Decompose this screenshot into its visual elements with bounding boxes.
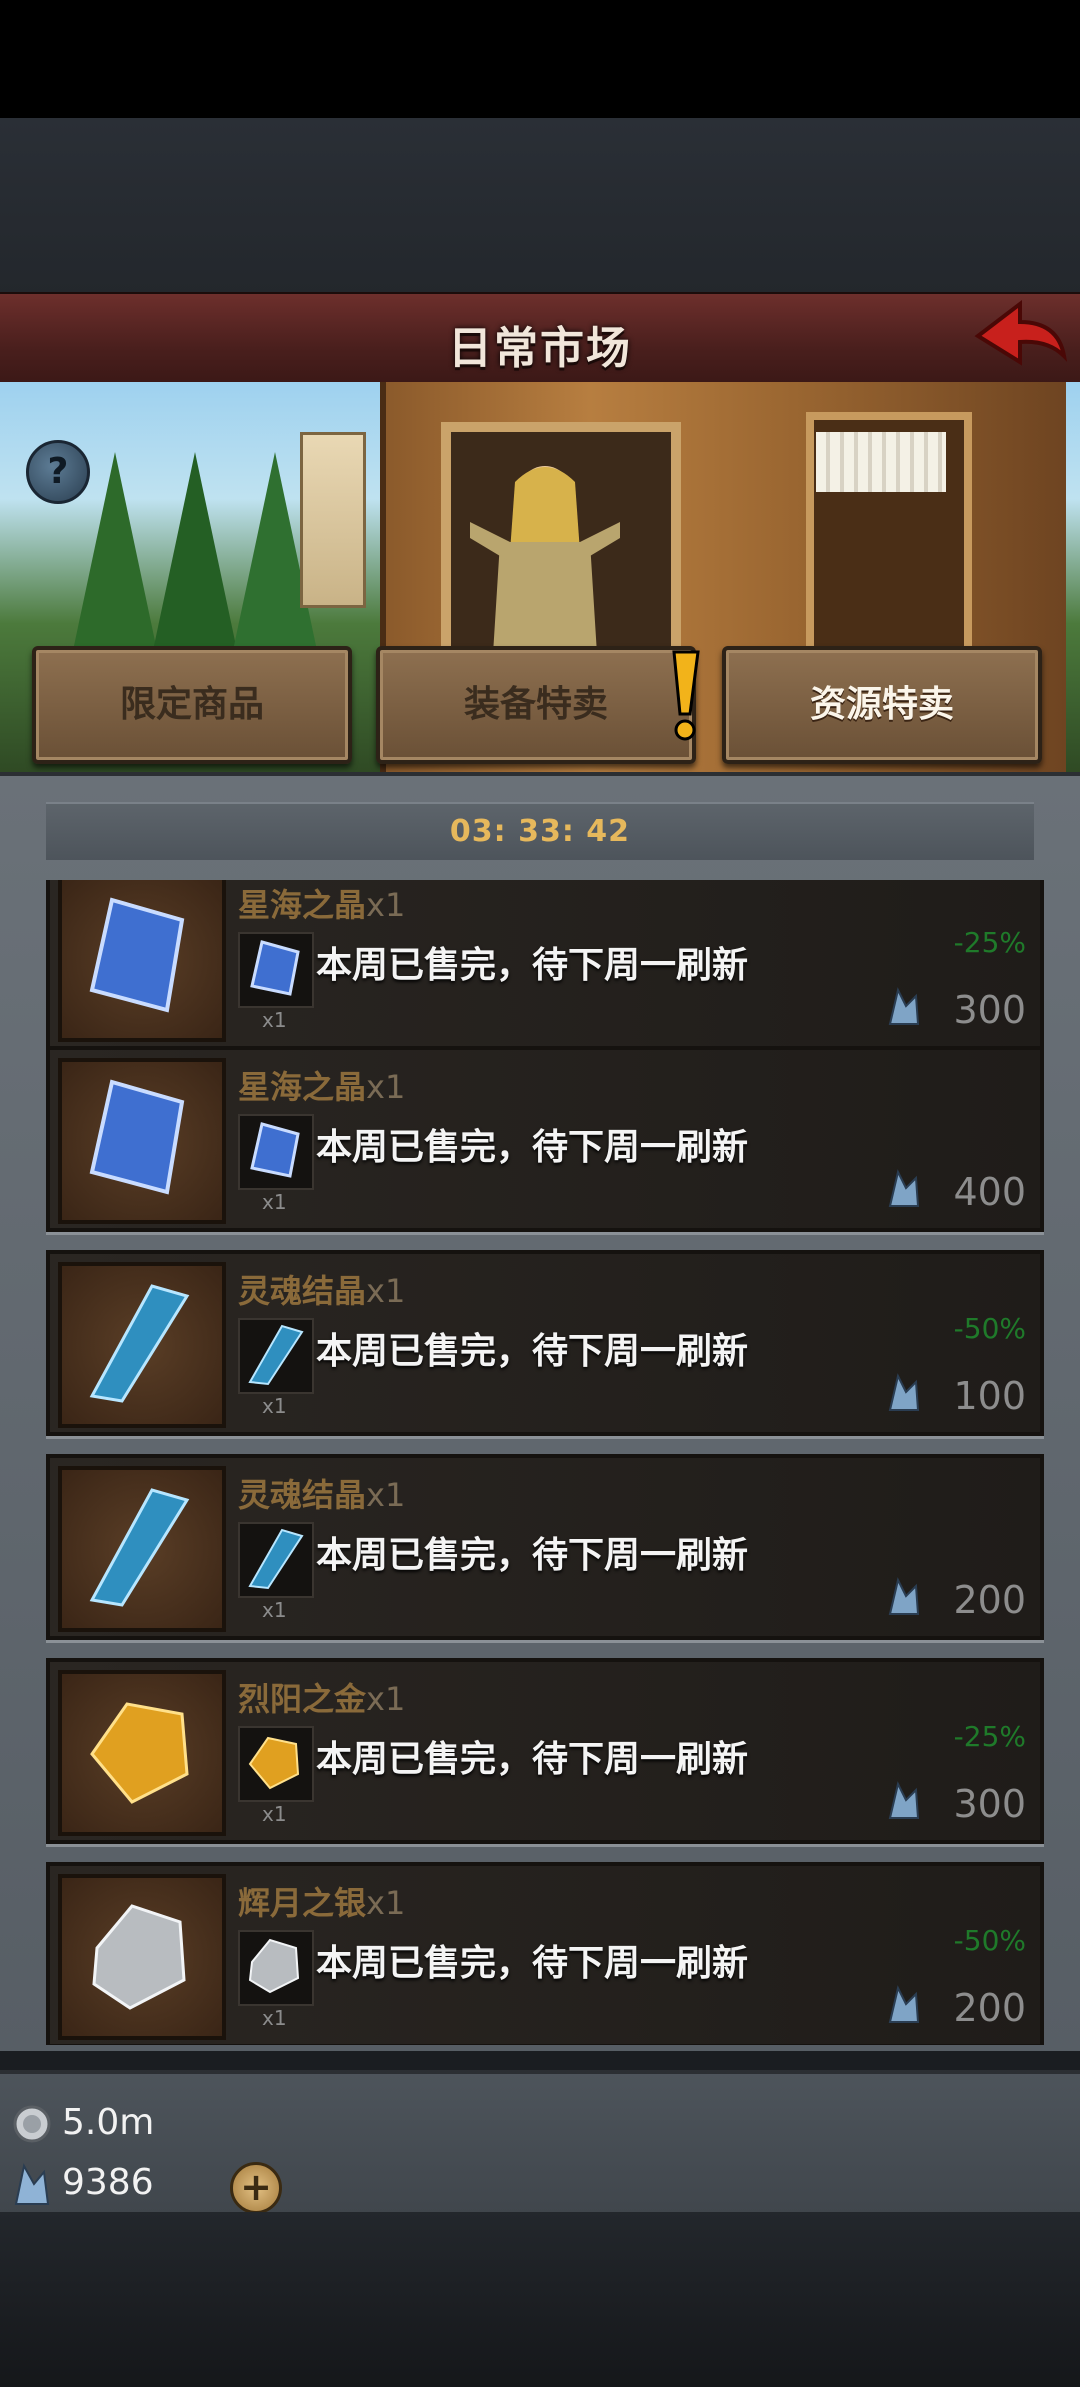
item-mini-icon xyxy=(238,1318,314,1394)
page-title: 日常市场 xyxy=(448,323,632,374)
mini-qty: x1 xyxy=(262,1598,287,1622)
list-item[interactable]: 星海之晶x1 x1 本周已售完，待下周一刷新 -25% 300 xyxy=(46,880,1044,1050)
list-item[interactable]: 星海之晶x1 x1 本周已售完，待下周一刷新 400 xyxy=(46,1046,1044,1232)
item-name: 灵魂结晶x1 xyxy=(238,1476,406,1514)
mini-qty: x1 xyxy=(262,1802,287,1826)
silver-coin-icon xyxy=(13,2105,51,2143)
gold-ore-icon xyxy=(90,1702,189,1804)
price-label: 400 xyxy=(953,1170,1026,1214)
mini-qty: x1 xyxy=(262,1008,287,1032)
gem-currency-icon xyxy=(888,1373,920,1411)
add-gems-button[interactable]: + xyxy=(230,2162,282,2214)
mini-qty: x1 xyxy=(262,1190,287,1214)
status-bar xyxy=(0,0,1080,118)
discount-label: -50% xyxy=(953,1312,1026,1345)
price-label: 200 xyxy=(953,1578,1026,1622)
alert-exclamation-icon xyxy=(672,650,700,741)
crystal-icon xyxy=(89,897,185,1013)
list-item[interactable]: 灵魂结晶x1 x1 本周已售完，待下周一刷新 200 xyxy=(46,1454,1044,1640)
price-label: 200 xyxy=(953,1986,1026,2030)
list-item[interactable]: 灵魂结晶x1 x1 本周已售完，待下周一刷新 -50% 100 xyxy=(46,1250,1044,1436)
shard-icon xyxy=(89,1284,190,1403)
background-top xyxy=(0,118,1080,296)
price-label: 300 xyxy=(953,1782,1026,1826)
price-label: 100 xyxy=(953,1374,1026,1418)
gem-currency-icon xyxy=(888,1577,920,1615)
discount-label: -50% xyxy=(953,1924,1026,1957)
gem-currency-icon xyxy=(888,1169,920,1207)
item-thumbnail xyxy=(58,1874,226,2040)
currency-bar xyxy=(0,2070,1080,2216)
gem-currency-icon xyxy=(888,1985,920,2023)
crystal-icon xyxy=(89,1079,185,1195)
gem-currency-icon xyxy=(888,1781,920,1819)
sold-out-text: 本周已售完，待下周一刷新 xyxy=(316,1943,749,1984)
mini-qty: x1 xyxy=(262,2006,287,2030)
sold-out-text: 本周已售完，待下周一刷新 xyxy=(316,1739,749,1780)
item-name: 灵魂结晶x1 xyxy=(238,1272,406,1310)
mini-qty: x1 xyxy=(262,1394,287,1418)
list-item[interactable]: 辉月之银x1 x1 本周已售完，待下周一刷新 -50% 200 xyxy=(46,1862,1044,2045)
item-thumbnail xyxy=(58,1058,226,1224)
refresh-timer: 03: 33: 42 xyxy=(46,802,1034,860)
sold-out-text: 本周已售完，待下周一刷新 xyxy=(316,945,749,986)
tab-limited-goods[interactable]: 限定商品 xyxy=(32,646,352,764)
tab-resource-sale[interactable]: 资源特卖 xyxy=(722,646,1042,764)
item-name: 星海之晶x1 xyxy=(238,1068,406,1106)
shard-icon xyxy=(89,1488,190,1607)
price-label: 300 xyxy=(953,988,1026,1032)
tab-equipment-sale[interactable]: 装备特卖 xyxy=(376,646,696,764)
discount-label: -25% xyxy=(953,1720,1026,1753)
item-mini-icon xyxy=(238,932,314,1008)
discount-label: -25% xyxy=(953,926,1026,959)
sold-out-text: 本周已售完，待下周一刷新 xyxy=(316,1535,749,1576)
item-thumbnail xyxy=(58,880,226,1042)
gem-icon xyxy=(14,2163,50,2205)
item-name: 辉月之银x1 xyxy=(238,1884,406,1922)
list-item[interactable]: 烈阳之金x1 x1 本周已售完，待下周一刷新 -25% 300 xyxy=(46,1658,1044,1844)
item-list[interactable]: 星海之晶x1 x1 本周已售完，待下周一刷新 -25% 300 星海之晶x1 x… xyxy=(0,880,1080,2045)
item-thumbnail xyxy=(58,1670,226,1836)
sold-out-text: 本周已售完，待下周一刷新 xyxy=(316,1331,749,1372)
item-mini-icon xyxy=(238,1726,314,1802)
back-arrow-icon[interactable] xyxy=(970,296,1070,376)
item-thumbnail xyxy=(58,1466,226,1632)
item-name: 烈阳之金x1 xyxy=(238,1680,406,1718)
title-bar: 日常市场 xyxy=(0,292,1080,387)
item-name: 星海之晶x1 xyxy=(238,886,406,924)
help-button[interactable]: ? xyxy=(26,440,90,504)
item-mini-icon xyxy=(238,1522,314,1598)
background-bottom xyxy=(0,2212,1080,2387)
silver-ore-icon xyxy=(92,1904,186,2010)
item-mini-icon xyxy=(238,1930,314,2006)
item-thumbnail xyxy=(58,1262,226,1428)
sold-out-text: 本周已售完，待下周一刷新 xyxy=(316,1127,749,1168)
gem-currency-icon xyxy=(888,987,920,1025)
item-mini-icon xyxy=(238,1114,314,1190)
